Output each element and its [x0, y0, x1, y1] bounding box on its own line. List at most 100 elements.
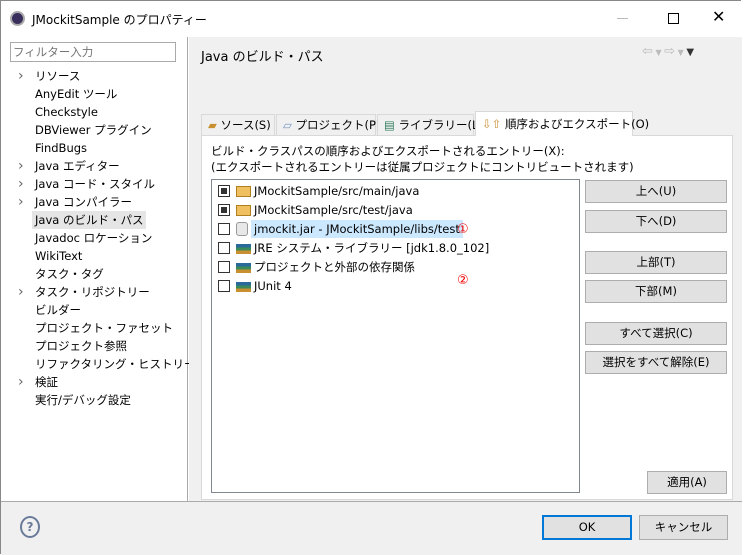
- filter-input[interactable]: [10, 42, 176, 62]
- entry-label: JMockitSample/src/main/java: [254, 184, 420, 198]
- sidebar-item[interactable]: › 検証: [18, 373, 58, 391]
- source-folder-icon: [236, 205, 251, 216]
- back-icon[interactable]: ⇦: [642, 44, 653, 59]
- deselect-all-button[interactable]: 選択をすべて解除(E): [585, 351, 727, 374]
- view-menu-icon[interactable]: ▼: [686, 47, 694, 58]
- sidebar-item-label: タスク・リポジトリー: [35, 285, 150, 299]
- sidebar-item-label: DBViewer プラグイン: [35, 123, 152, 137]
- sidebar-item-label: FindBugs: [35, 141, 88, 155]
- sidebar-item-label: リファクタリング・ヒストリー: [35, 357, 196, 371]
- sidebar-item-label: プロジェクト参照: [35, 339, 127, 353]
- sidebar-item[interactable]: WikiText: [35, 247, 82, 265]
- entries-list[interactable]: JMockitSample/src/main/java JMockitSample…: [211, 179, 580, 493]
- source-folder-icon: [236, 186, 251, 197]
- sidebar-item[interactable]: › タスク・リポジトリー: [18, 283, 150, 301]
- apply-button[interactable]: 適用(A): [647, 471, 727, 494]
- cancel-button[interactable]: キャンセル: [639, 515, 728, 540]
- sidebar-item-label: Java コンパイラー: [35, 195, 132, 209]
- title-bar: JMockitSample のプロパティー ✕: [1, 1, 742, 37]
- bottom-button[interactable]: 下部(M): [585, 280, 727, 303]
- sidebar-item[interactable]: › Java コンパイラー: [18, 193, 132, 211]
- sidebar-item[interactable]: 実行/デバッグ設定: [35, 391, 131, 409]
- tab-projects[interactable]: ▱ プロジェクト(P): [276, 114, 380, 135]
- sidebar-item-label: リソース: [35, 69, 81, 83]
- sidebar-item-label: Checkstyle: [35, 105, 98, 119]
- library-icon: [236, 263, 251, 273]
- order-export-icon: ⇩⇧: [482, 117, 502, 131]
- entry-label: JMockitSample/src/test/java: [254, 203, 413, 217]
- sidebar-item-label: Java コード・スタイル: [35, 177, 155, 191]
- properties-dialog: JMockitSample のプロパティー ✕ › リソース AnyEdit ツール…: [0, 0, 742, 555]
- down-button[interactable]: 下へ(D): [585, 210, 727, 233]
- up-button[interactable]: 上へ(U): [585, 180, 727, 203]
- entry-label: プロジェクトと外部の依存関係: [254, 260, 415, 274]
- page-title: Java のビルド・パス: [201, 50, 324, 65]
- sidebar-item[interactable]: プロジェクト・ファセット: [35, 319, 173, 337]
- entry-checkbox[interactable]: [218, 223, 230, 235]
- sidebar-item-label: タスク・タグ: [35, 267, 104, 281]
- top-button[interactable]: 上部(T): [585, 251, 727, 274]
- sidebar-item-label: 検証: [35, 375, 58, 389]
- sidebar-item-label: Java のビルド・パス: [35, 213, 144, 227]
- sidebar-item[interactable]: Java のビルド・パス: [32, 211, 147, 229]
- sidebar: › リソース AnyEdit ツール Checkstyle DBViewer プラグイン…: [1, 37, 196, 501]
- annotation-marker-2: ②: [457, 273, 469, 288]
- expand-chevron-icon[interactable]: ›: [18, 373, 24, 391]
- sidebar-item-label: WikiText: [35, 249, 83, 263]
- sidebar-item[interactable]: リファクタリング・ヒストリー: [35, 355, 196, 373]
- sidebar-item[interactable]: ビルダー: [35, 301, 81, 319]
- tab-order-export[interactable]: ⇩⇧ 順序およびエクスポート(O): [475, 111, 649, 136]
- sidebar-item[interactable]: AnyEdit ツール: [35, 85, 117, 103]
- page-area: Java のビルド・パス ⇦ ▼ ⇨ ▼ ▼ ▰ ソース(S) ▱ プロジェクト…: [189, 37, 742, 501]
- tab-source[interactable]: ▰ ソース(S): [201, 114, 275, 135]
- select-all-button[interactable]: すべて選択(C): [585, 322, 727, 345]
- sidebar-item-label: 実行/デバッグ設定: [35, 393, 131, 407]
- maximize-button[interactable]: [668, 13, 679, 24]
- entry-checkbox[interactable]: [218, 261, 230, 273]
- description-line-2: (エクスポートされるエントリーは従属プロジェクトにコントリビュートされます): [211, 160, 634, 174]
- sidebar-item-label: Java エディター: [35, 159, 120, 173]
- help-button[interactable]: ?: [20, 516, 40, 538]
- expand-chevron-icon[interactable]: ›: [18, 193, 24, 211]
- sidebar-item[interactable]: Checkstyle: [35, 103, 98, 121]
- sidebar-item-label: Javadoc ロケーション: [35, 231, 153, 245]
- sidebar-item[interactable]: DBViewer プラグイン: [35, 121, 152, 139]
- entry-checkbox[interactable]: [218, 280, 230, 292]
- tab-libraries[interactable]: ▤ ライブラリー(L): [377, 114, 483, 135]
- sidebar-item[interactable]: › Java エディター: [18, 157, 120, 175]
- expand-chevron-icon[interactable]: ›: [18, 157, 24, 175]
- back-menu-icon[interactable]: ▼: [653, 48, 664, 57]
- sidebar-item-label: AnyEdit ツール: [35, 87, 118, 101]
- library-icon: [236, 282, 251, 292]
- expand-chevron-icon[interactable]: ›: [18, 67, 24, 85]
- expand-chevron-icon[interactable]: ›: [18, 175, 24, 193]
- forward-icon[interactable]: ⇨: [664, 44, 675, 59]
- entry-checkbox[interactable]: [218, 185, 230, 197]
- jar-icon: [236, 222, 248, 236]
- entry-label: jmockit.jar - JMockitSample/libs/test: [251, 220, 463, 238]
- annotation-marker-1: ①: [457, 222, 469, 237]
- entry-checkbox[interactable]: [218, 204, 230, 216]
- sidebar-item[interactable]: プロジェクト参照: [35, 337, 127, 355]
- eclipse-app-icon: [10, 11, 25, 26]
- tab-content: ビルド・クラスパスの順序およびエクスポートされるエントリー(X): (エクスポー…: [201, 135, 733, 500]
- sidebar-item-label: ビルダー: [35, 303, 81, 317]
- minimize-button[interactable]: [617, 18, 628, 19]
- sidebar-item[interactable]: › Java コード・スタイル: [18, 175, 155, 193]
- close-button[interactable]: ✕: [712, 7, 725, 26]
- sidebar-item[interactable]: Javadoc ロケーション: [35, 229, 152, 247]
- source-folder-icon: ▰: [208, 118, 217, 132]
- window-title: JMockitSample のプロパティー: [32, 13, 207, 27]
- entry-label: JRE システム・ライブラリー [jdk1.8.0_102]: [254, 241, 490, 255]
- ok-button[interactable]: OK: [542, 515, 632, 540]
- forward-menu-icon[interactable]: ▼: [675, 48, 686, 57]
- library-icon: ▤: [384, 118, 395, 132]
- sidebar-item[interactable]: › リソース: [18, 67, 81, 85]
- sidebar-item-label: プロジェクト・ファセット: [35, 321, 173, 335]
- dialog-footer: ? OK キャンセル: [1, 501, 742, 555]
- entry-checkbox[interactable]: [218, 242, 230, 254]
- sidebar-item[interactable]: FindBugs: [35, 139, 87, 157]
- description-line-1: ビルド・クラスパスの順序およびエクスポートされるエントリー(X):: [211, 144, 565, 158]
- expand-chevron-icon[interactable]: ›: [18, 283, 24, 301]
- sidebar-item[interactable]: タスク・タグ: [35, 265, 104, 283]
